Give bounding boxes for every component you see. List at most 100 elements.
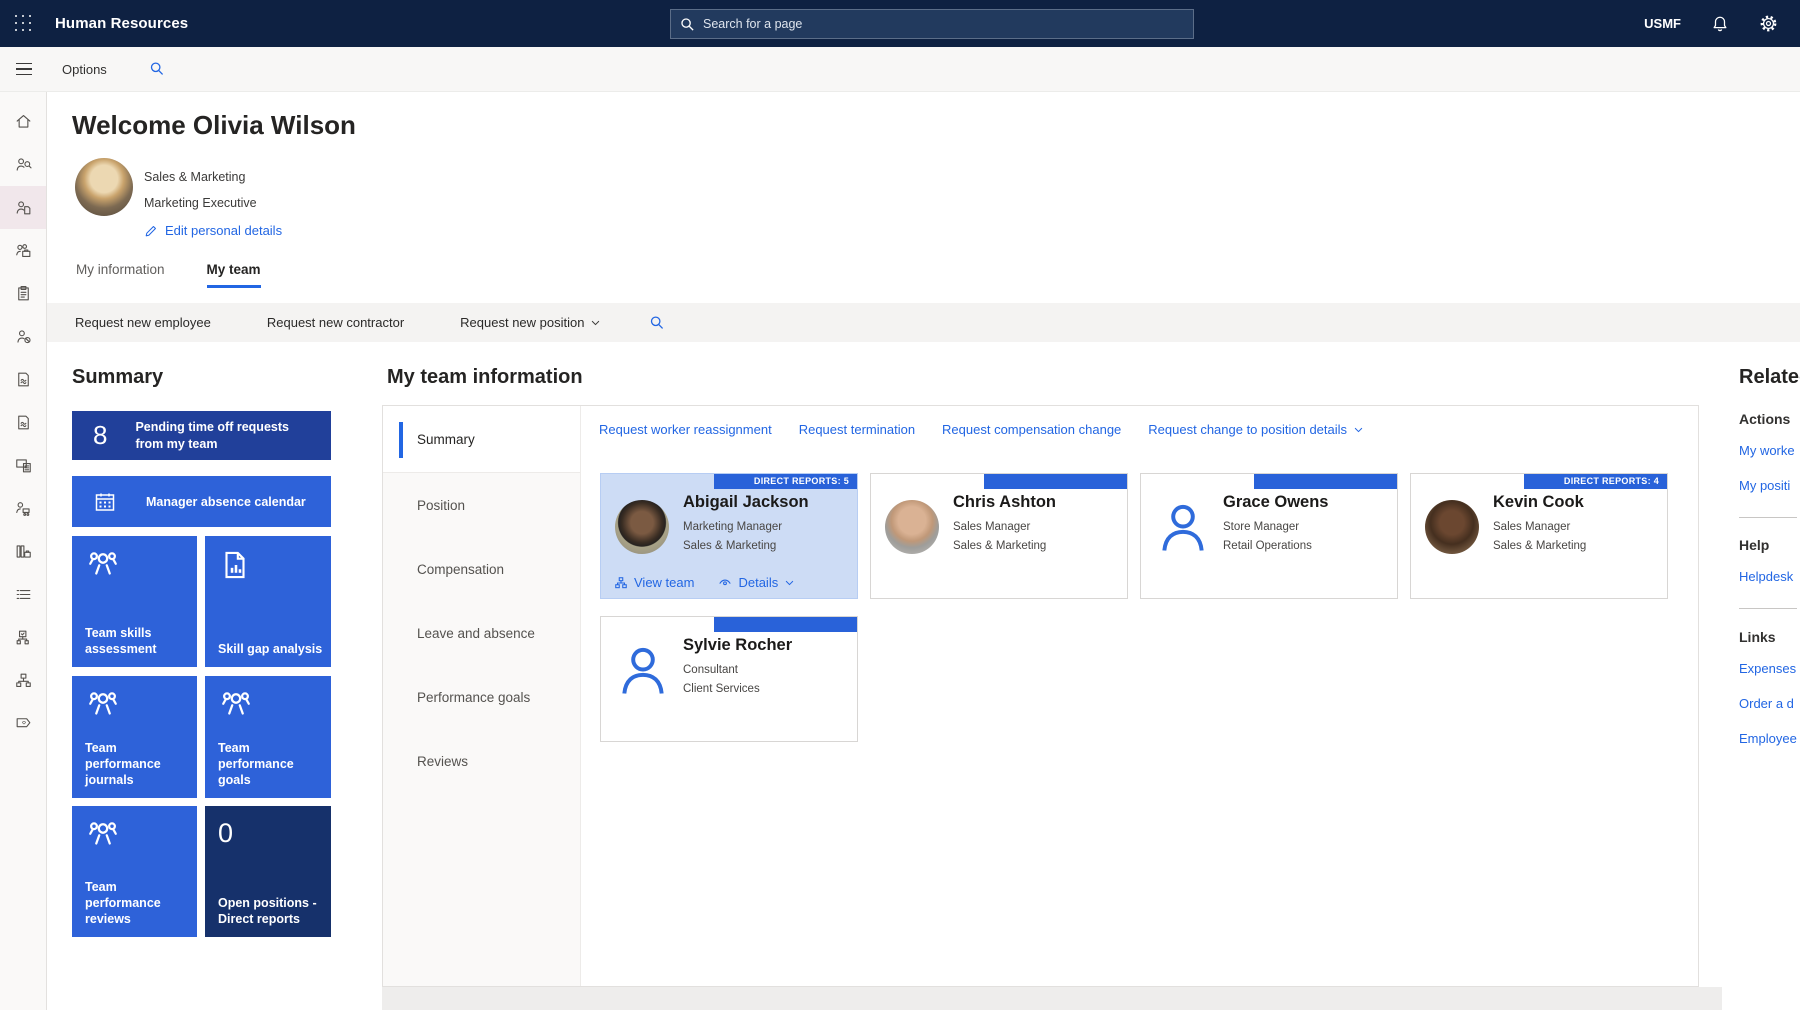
team-performance-reviews-tile[interactable]: Team performance reviews <box>72 806 197 937</box>
team-icon <box>85 818 121 854</box>
employee-card-sylvie-rocher[interactable]: Sylvie Rocher Consultant Client Services <box>600 616 858 742</box>
employee-card-abigail-jackson[interactable]: DIRECT REPORTS: 5 Abigail Jackson Market… <box>600 473 858 599</box>
skill-gap-analysis-tile[interactable]: Skill gap analysis <box>205 536 331 667</box>
team-vertical-tabs: Summary Position Compensation Leave and … <box>383 406 581 986</box>
my-workers-link[interactable]: My worke <box>1739 443 1795 458</box>
sidebar-item-document-review[interactable] <box>0 358 46 401</box>
employee-avatar <box>1425 500 1479 554</box>
team-skills-assessment-tile[interactable]: Team skills assessment <box>72 536 197 667</box>
profile-avatar <box>75 158 133 216</box>
sidebar-item-company[interactable] <box>0 530 46 573</box>
top-navbar: Human Resources USMF <box>0 0 1800 47</box>
page-tabs: My information My team <box>76 262 261 288</box>
vtab-compensation[interactable]: Compensation <box>383 537 580 601</box>
chart-document-icon <box>218 548 252 582</box>
vtab-leave-and-absence[interactable]: Leave and absence <box>383 601 580 665</box>
sidebar-item-home[interactable] <box>0 100 46 143</box>
summary-heading: Summary <box>72 366 163 389</box>
edit-personal-details-link[interactable]: Edit personal details <box>144 223 282 238</box>
sidebar-item-payroll[interactable] <box>0 444 46 487</box>
page-search-box[interactable] <box>670 9 1194 39</box>
card-ribbon <box>1254 474 1397 489</box>
chevron-down-icon <box>784 577 795 588</box>
person-placeholder-icon <box>615 641 671 702</box>
panel-footer-strip <box>382 987 1722 1010</box>
request-compensation-change-link[interactable]: Request compensation change <box>942 422 1121 437</box>
command-search-button[interactable] <box>149 61 165 77</box>
employee-card-chris-ashton[interactable]: Chris Ashton Sales Manager Sales & Marke… <box>870 473 1128 599</box>
employee-avatar <box>615 500 669 554</box>
request-worker-reassignment-link[interactable]: Request worker reassignment <box>599 422 772 437</box>
app-title: Human Resources <box>55 15 188 32</box>
expenses-link[interactable]: Expenses <box>1739 661 1796 676</box>
helpdesk-link[interactable]: Helpdesk <box>1739 569 1793 584</box>
team-briefcase-icon <box>14 241 33 260</box>
view-team-link[interactable]: View team <box>614 575 694 590</box>
team-performance-goals-tile[interactable]: Team performance goals <box>205 676 331 798</box>
nav-expand-button[interactable] <box>0 63 47 76</box>
settings-button[interactable] <box>1759 14 1778 33</box>
request-new-employee-button[interactable]: Request new employee <box>75 315 211 330</box>
options-button[interactable]: Options <box>62 62 107 77</box>
employee-card-kevin-cook[interactable]: DIRECT REPORTS: 4 Kevin Cook Sales Manag… <box>1410 473 1668 599</box>
sidebar-item-document-review-2[interactable] <box>0 401 46 444</box>
tab-my-team[interactable]: My team <box>207 262 261 288</box>
sidebar-item-org-chart[interactable] <box>0 659 46 702</box>
request-termination-link[interactable]: Request termination <box>799 422 915 437</box>
sidebar-item-clipboard[interactable] <box>0 272 46 315</box>
details-link[interactable]: Details <box>718 575 795 590</box>
sidebar-item-team-briefcase[interactable] <box>0 229 46 272</box>
related-pane: Related Actions My worke My positi Help … <box>1739 366 1800 389</box>
search-icon <box>149 61 165 77</box>
calendar-icon <box>93 490 117 514</box>
order-device-link[interactable]: Order a d <box>1739 696 1794 711</box>
tab-my-information[interactable]: My information <box>76 262 165 288</box>
org-chart-icon <box>614 576 628 590</box>
gear-icon <box>1759 14 1778 33</box>
sidebar-item-person-cart[interactable] <box>0 487 46 530</box>
page-search-input[interactable] <box>703 17 1184 31</box>
related-heading: Related <box>1739 366 1800 389</box>
app-launcher-button[interactable] <box>0 0 47 47</box>
sidebar-item-people-search[interactable] <box>0 143 46 186</box>
company-picker[interactable]: USMF <box>1644 16 1681 31</box>
person-status-icon <box>14 327 33 346</box>
vtab-position[interactable]: Position <box>383 473 580 537</box>
team-icon <box>85 548 121 584</box>
person-placeholder-icon <box>1155 498 1211 559</box>
worker-request-links: Request worker reassignment Request term… <box>599 422 1364 437</box>
command-bar: Options <box>0 47 1800 92</box>
sidebar-item-org-approval[interactable] <box>0 616 46 659</box>
open-positions-tile[interactable]: 0 Open positions - Direct reports <box>205 806 331 937</box>
vtab-performance-goals[interactable]: Performance goals <box>383 665 580 729</box>
payroll-calculator-icon <box>14 456 33 475</box>
employee-link[interactable]: Employee <box>1739 731 1797 746</box>
vtab-summary[interactable]: Summary <box>383 406 580 473</box>
notifications-button[interactable] <box>1711 15 1729 33</box>
person-cart-icon <box>14 499 33 518</box>
company-briefcase-icon <box>14 542 33 561</box>
sidebar-item-person-status[interactable] <box>0 315 46 358</box>
request-change-position-details-link[interactable]: Request change to position details <box>1148 422 1364 437</box>
manager-absence-calendar-tile[interactable]: Manager absence calendar <box>72 476 331 527</box>
sidebar-item-feedback[interactable] <box>0 702 46 745</box>
sidebar-item-task-list[interactable] <box>0 573 46 616</box>
waffle-icon <box>15 15 33 33</box>
card-ribbon <box>714 617 857 632</box>
pending-time-off-tile[interactable]: 8 Pending time off requests from my team <box>72 411 331 460</box>
help-heading: Help <box>1739 537 1769 553</box>
document-review-icon <box>14 370 33 389</box>
chevron-down-icon <box>1353 424 1364 435</box>
request-new-contractor-button[interactable]: Request new contractor <box>267 315 404 330</box>
action-bar-search-button[interactable] <box>649 315 665 331</box>
card-ribbon <box>984 474 1127 489</box>
employee-card-grace-owens[interactable]: Grace Owens Store Manager Retail Operati… <box>1140 473 1398 599</box>
task-list-icon <box>14 585 33 604</box>
team-performance-journals-tile[interactable]: Team performance journals <box>72 676 197 798</box>
sidebar-item-person-document[interactable] <box>0 186 46 229</box>
request-new-position-button[interactable]: Request new position <box>460 315 601 330</box>
eye-icon <box>718 576 732 590</box>
pencil-icon <box>144 224 158 238</box>
vtab-reviews[interactable]: Reviews <box>383 729 580 793</box>
my-positions-link[interactable]: My positi <box>1739 478 1790 493</box>
